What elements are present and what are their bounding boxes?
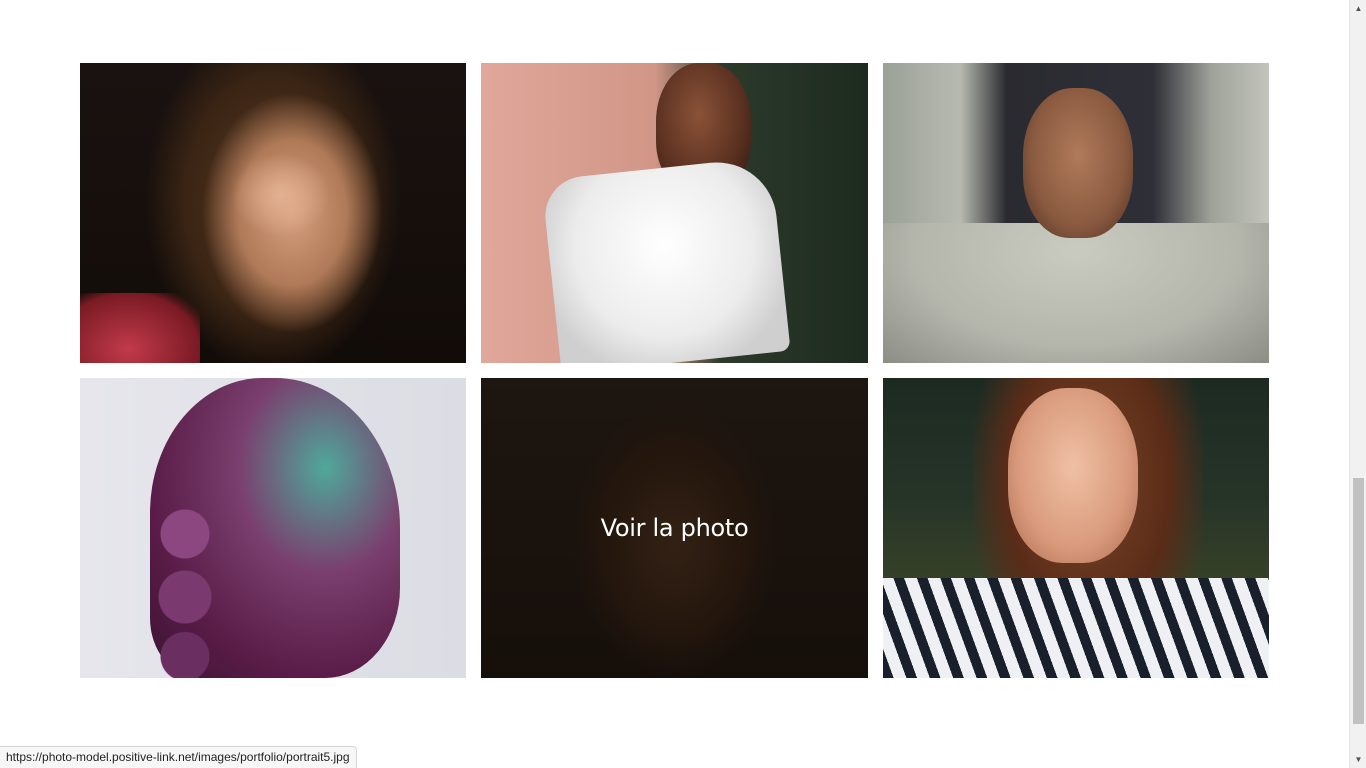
gallery-item-1[interactable]: Voir la photo <box>80 63 466 363</box>
gallery-item-3[interactable]: Voir la photo <box>883 63 1269 363</box>
vertical-scrollbar[interactable]: ▲ ▼ <box>1349 0 1366 768</box>
view-photo-label: Voir la photo <box>601 199 749 227</box>
gallery-item-5[interactable]: Voir la photo <box>481 378 868 678</box>
scrollbar-thumb[interactable] <box>1353 478 1364 724</box>
view-photo-label: Voir la photo <box>1002 514 1150 542</box>
view-photo-label: Voir la photo <box>1002 199 1150 227</box>
view-photo-label[interactable]: Voir la photo <box>601 514 749 542</box>
gallery-item-4[interactable]: Voir la photo <box>80 378 466 678</box>
gallery-item-overlay: Voir la photo <box>481 378 868 678</box>
link-status-bar: https://photo-model.positive-link.net/im… <box>0 746 357 768</box>
scroll-down-icon[interactable]: ▼ <box>1350 751 1366 768</box>
gallery-item-2[interactable]: Voir la photo <box>481 63 868 363</box>
view-photo-label: Voir la photo <box>199 514 347 542</box>
scroll-up-icon[interactable]: ▲ <box>1350 0 1366 17</box>
portfolio-gallery: Voir la photo Voir la photo Voir la phot… <box>80 63 1269 678</box>
view-photo-label: Voir la photo <box>199 199 347 227</box>
gallery-item-6[interactable]: Voir la photo <box>883 378 1269 678</box>
